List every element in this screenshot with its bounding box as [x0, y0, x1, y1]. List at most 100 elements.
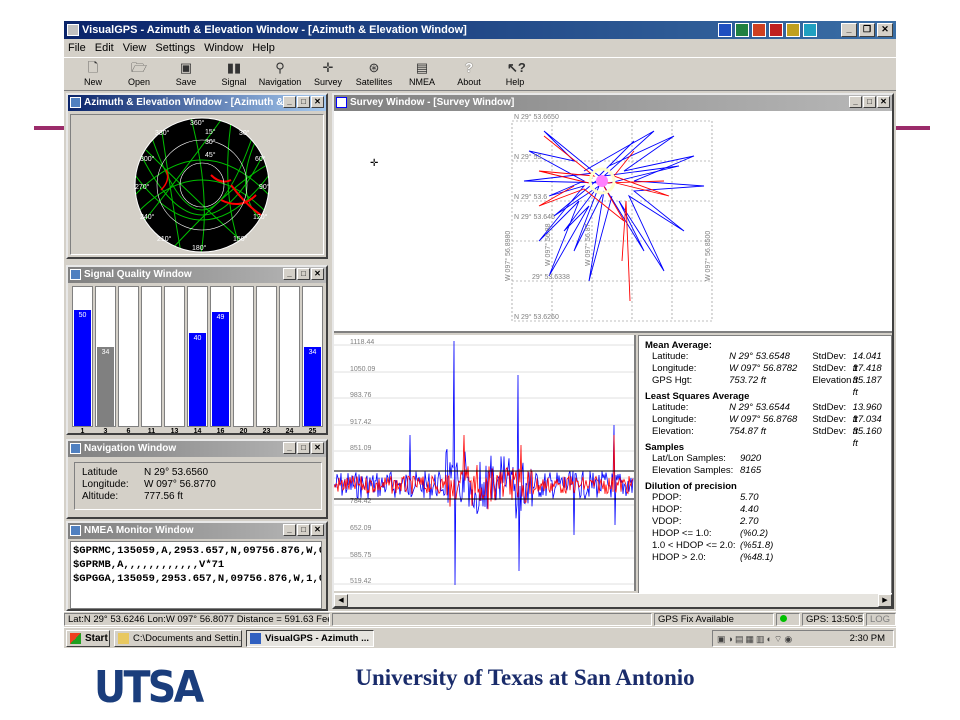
menu-file[interactable]: File	[68, 40, 86, 56]
acrobat-icon[interactable]	[769, 23, 783, 37]
altitude-value: 777.56 ft	[144, 491, 183, 502]
tray-icons[interactable]: ▣◑▤▦▥◐⌔◉	[717, 634, 794, 645]
nmea-maximize-button[interactable]: □	[297, 524, 310, 536]
signal-bar-value: 50	[78, 312, 87, 319]
status-spacer	[332, 613, 652, 626]
scroll-right-arrow[interactable]: ▶	[878, 594, 892, 607]
stat-label: Longitude:	[652, 363, 697, 374]
signal-bar-prn-label: 13	[170, 428, 179, 435]
restore-button[interactable]: ❐	[859, 23, 875, 37]
stat-value: (%51.8)	[740, 540, 774, 551]
signal-minimize-button[interactable]: _	[283, 268, 296, 280]
stat-value: 4.40	[740, 504, 759, 515]
azel-close-button[interactable]: ✕	[311, 96, 324, 108]
taskbar-clock[interactable]: 2:30 PM	[850, 631, 885, 646]
excel-icon[interactable]	[735, 23, 749, 37]
navigation-window-icon	[70, 443, 81, 454]
signal-bar-fill: 40	[189, 333, 206, 426]
powerpoint-icon[interactable]	[752, 23, 766, 37]
signal-quality-window: Signal Quality Window _ □ ✕ 50 1 34 3 6 11 13 40 1…	[66, 265, 328, 435]
nmea-terminal-icon: ▤	[415, 60, 429, 75]
azel-titlebar[interactable]: Azimuth & Elevation Window - [Azimuth &.…	[68, 95, 326, 111]
label-30-az: 30°	[239, 129, 250, 137]
new-button[interactable]: 🗋 New	[70, 59, 116, 91]
azel-minimize-button[interactable]: _	[283, 96, 296, 108]
stat-label: Latitude:	[652, 402, 689, 413]
nmea-monitor-window: NMEA Monitor Window _ □ ✕ $GPRMC,135059,A,…	[66, 521, 328, 611]
nmea-button[interactable]: ▤ NMEA	[399, 59, 445, 91]
scroll-left-arrow[interactable]: ◀	[334, 594, 348, 607]
elevation-tick-label: 519.42	[350, 578, 372, 585]
longitude-value: W 097° 56.8770	[144, 479, 216, 490]
help-button[interactable]: ↖? Help	[492, 59, 538, 91]
navigation-maximize-button[interactable]: □	[297, 442, 310, 454]
satellites-button[interactable]: ⊛ Satellites	[351, 59, 397, 91]
navigation-close-button[interactable]: ✕	[311, 442, 324, 454]
signal-button[interactable]: ▮▮ Signal	[211, 59, 257, 91]
open-button[interactable]: 🗁 Open	[116, 59, 162, 91]
start-button[interactable]: Start	[66, 630, 110, 647]
mean-position-marker	[596, 175, 608, 187]
azel-maximize-button[interactable]: □	[297, 96, 310, 108]
windows-logo-icon	[70, 633, 81, 644]
stat-value: 14.041 ft	[852, 351, 882, 374]
menu-settings[interactable]: Settings	[155, 40, 195, 56]
outlook-icon[interactable]	[786, 23, 800, 37]
menu-view[interactable]: View	[123, 40, 147, 56]
navigation-title: Navigation Window	[84, 443, 177, 454]
menu-edit[interactable]: Edit	[95, 40, 114, 56]
navigation-titlebar[interactable]: Navigation Window _ □ ✕	[68, 441, 326, 457]
signal-bar-prn-6	[118, 286, 139, 427]
survey-window: Survey Window - [Survey Window] _ □ ✕ ✛ …	[332, 93, 894, 609]
minimize-button[interactable]: _	[841, 23, 857, 37]
signal-bar-value: 34	[101, 349, 110, 356]
label-210: 210°	[157, 235, 172, 243]
elevation-tick-label: 983.76	[350, 392, 372, 399]
survey-button[interactable]: ✛ Survey	[305, 59, 351, 91]
nmea-titlebar[interactable]: NMEA Monitor Window _ □ ✕	[68, 523, 326, 539]
nmea-minimize-button[interactable]: _	[283, 524, 296, 536]
menu-help[interactable]: Help	[252, 40, 275, 56]
survey-horizontal-scrollbar[interactable]: ◀ ▶	[334, 593, 892, 607]
survey-close-button[interactable]: ✕	[877, 96, 890, 108]
close-button[interactable]: ✕	[877, 23, 893, 37]
statistics-panel: Mean Average: Latitude: N 29° 53.6548 StdD…	[638, 335, 892, 607]
nmea-line: $GPRMB,A,,,,,,,,,,,,V*71	[73, 559, 225, 571]
nmea-sentence-list[interactable]: $GPRMC,135059,A,2953.657,N,09756.876,W,0…	[70, 541, 322, 609]
desktop-screen: VisualGPS - Azimuth & Elevation Window -…	[64, 21, 896, 648]
signal-close-button[interactable]: ✕	[311, 268, 324, 280]
signal-bar-prn-label: 24	[285, 428, 294, 435]
signal-bar-prn-1: 50	[72, 286, 93, 427]
survey-maximize-button[interactable]: □	[863, 96, 876, 108]
survey-titlebar[interactable]: Survey Window - [Survey Window] _ □ ✕	[334, 95, 892, 111]
signal-bar-prn-20	[233, 286, 254, 427]
stat-value: 9020	[740, 453, 762, 464]
signal-bar-prn-label: 3	[103, 428, 108, 435]
signal-window-icon	[70, 269, 81, 280]
stat-value: 17.418 ft	[852, 363, 882, 386]
label-45: 45°	[205, 151, 216, 159]
survey-grid	[511, 120, 713, 322]
visualgps-icon	[250, 633, 261, 644]
nmea-close-button[interactable]: ✕	[311, 524, 324, 536]
signal-bar-prn-label: 23	[262, 428, 271, 435]
signal-maximize-button[interactable]: □	[297, 268, 310, 280]
help-arrow-icon: ↖?	[507, 60, 526, 75]
task-visualgps[interactable]: VisualGPS - Azimuth ...	[246, 630, 374, 647]
survey-lon-label: W 097° 56.87	[584, 223, 592, 266]
menu-window[interactable]: Window	[204, 40, 243, 56]
signal-titlebar[interactable]: Signal Quality Window _ □ ✕	[68, 267, 326, 283]
stat-value: W 097° 56.8768	[729, 414, 798, 425]
survey-minimize-button[interactable]: _	[849, 96, 862, 108]
globe-icon	[70, 97, 81, 108]
about-button[interactable]: ? About	[446, 59, 492, 91]
navigation-button[interactable]: ⚲ Navigation	[257, 59, 303, 91]
word-icon[interactable]	[718, 23, 732, 37]
navigation-minimize-button[interactable]: _	[283, 442, 296, 454]
signal-bar-fill: 50	[74, 310, 91, 426]
status-fix-led	[776, 613, 800, 626]
browser-icon[interactable]	[803, 23, 817, 37]
task-explorer[interactable]: C:\Documents and Settin...	[114, 630, 242, 647]
navigation-readout: Latitude N 29° 53.6560 Longitude: W 097°…	[82, 467, 244, 502]
save-button[interactable]: ▣ Save	[163, 59, 209, 91]
